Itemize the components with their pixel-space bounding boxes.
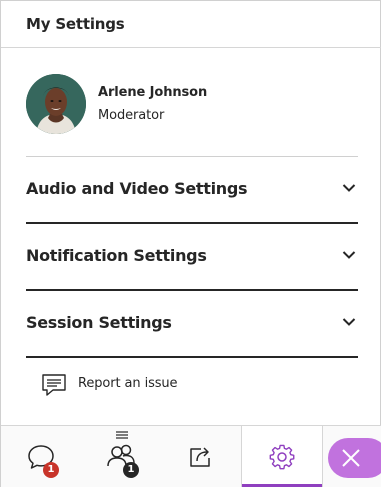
chat-unread-badge: 1 — [43, 462, 59, 478]
chevron-down-icon — [342, 318, 356, 326]
chevron-down-icon — [342, 184, 356, 192]
divider — [26, 356, 358, 358]
notification-settings-section[interactable]: Notification Settings — [26, 224, 358, 290]
report-issue-link[interactable]: Report an issue — [41, 371, 241, 399]
close-icon — [342, 449, 360, 467]
panel-header: My Settings — [1, 1, 381, 48]
user-profile: Arlene Johnson Moderator — [26, 74, 358, 156]
section-label: Notification Settings — [26, 246, 207, 265]
avatar — [26, 74, 86, 134]
tab-share-content[interactable] — [161, 426, 241, 487]
page-title: My Settings — [26, 15, 125, 33]
tab-chat[interactable]: 1 — [1, 426, 81, 487]
drag-handle-icon — [116, 431, 128, 439]
audio-video-settings-section[interactable]: Audio and Video Settings — [26, 157, 358, 223]
settings-panel: My Settings Arlene Johnson Moderator Aud… — [0, 0, 381, 487]
user-name: Arlene Johnson — [98, 85, 208, 100]
gear-icon — [269, 444, 295, 470]
bottom-tab-bar: 1 1 — [1, 425, 381, 487]
section-label: Audio and Video Settings — [26, 179, 248, 198]
close-panel-button[interactable] — [328, 438, 381, 478]
tab-attendees[interactable]: 1 — [81, 426, 161, 487]
chevron-down-icon — [342, 251, 356, 259]
section-label: Session Settings — [26, 313, 172, 332]
share-content-icon — [190, 447, 210, 467]
session-settings-section[interactable]: Session Settings — [26, 291, 358, 357]
report-issue-icon — [42, 374, 66, 396]
report-issue-label: Report an issue — [78, 376, 178, 391]
user-role: Moderator — [98, 108, 165, 123]
tab-divider — [322, 426, 323, 487]
tab-settings[interactable] — [242, 426, 322, 487]
attendees-count-badge: 1 — [123, 462, 139, 478]
